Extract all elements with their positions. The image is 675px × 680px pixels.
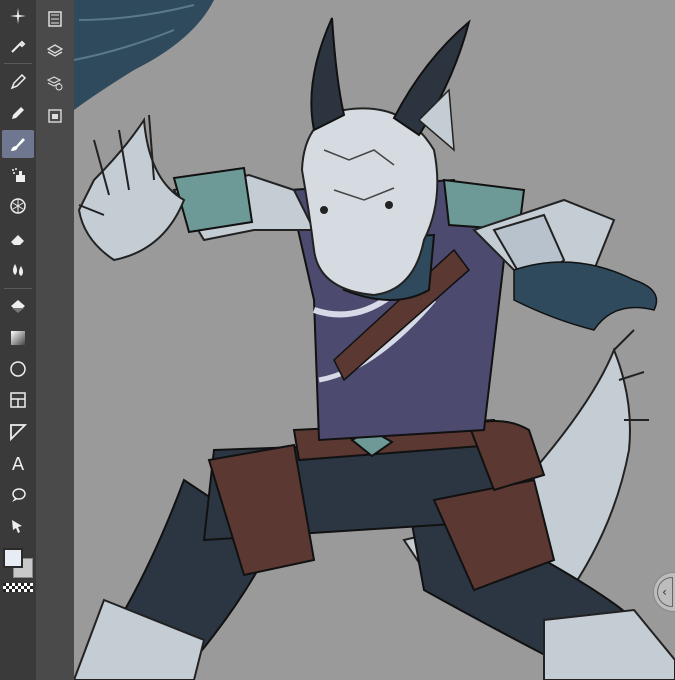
left-horn	[310, 17, 346, 132]
drawing-canvas[interactable]: ‹	[74, 0, 675, 680]
banner-cloth	[513, 261, 658, 331]
shape-icon[interactable]	[2, 355, 34, 383]
balloon-icon[interactable]	[2, 481, 34, 509]
decoration-icon[interactable]	[2, 192, 34, 220]
correct-line-icon[interactable]	[2, 512, 34, 540]
pen-icon[interactable]	[2, 68, 34, 96]
layer-properties-icon[interactable]	[41, 70, 69, 96]
chevron-left-icon: ‹	[656, 577, 673, 607]
fill-icon[interactable]	[2, 293, 34, 321]
brush-icon[interactable]	[2, 130, 34, 158]
pencil-icon[interactable]	[2, 99, 34, 127]
tool-bar: A	[0, 0, 36, 680]
text-tool-glyph: A	[11, 453, 25, 475]
command-bar	[36, 0, 74, 680]
airbrush-icon[interactable]	[2, 161, 34, 189]
frame-icon[interactable]	[2, 386, 34, 414]
layers-icon[interactable]	[41, 38, 69, 64]
transparent-color-swatch[interactable]	[3, 583, 33, 592]
material-icon[interactable]	[41, 103, 69, 129]
eyedropper-icon[interactable]	[2, 32, 34, 60]
ruler-icon[interactable]	[2, 418, 34, 446]
eraser-icon[interactable]	[2, 225, 34, 253]
blend-icon[interactable]	[2, 256, 34, 284]
right-foot	[543, 608, 675, 680]
main-color-swatch[interactable]	[3, 548, 23, 568]
left-bracer	[172, 166, 254, 234]
sparkle-icon[interactable]	[2, 2, 34, 30]
gradient-icon[interactable]	[2, 324, 34, 352]
filmstrip-icon[interactable]	[41, 6, 69, 32]
dragon-illustration	[74, 0, 675, 680]
text-icon[interactable]: A	[2, 450, 34, 478]
